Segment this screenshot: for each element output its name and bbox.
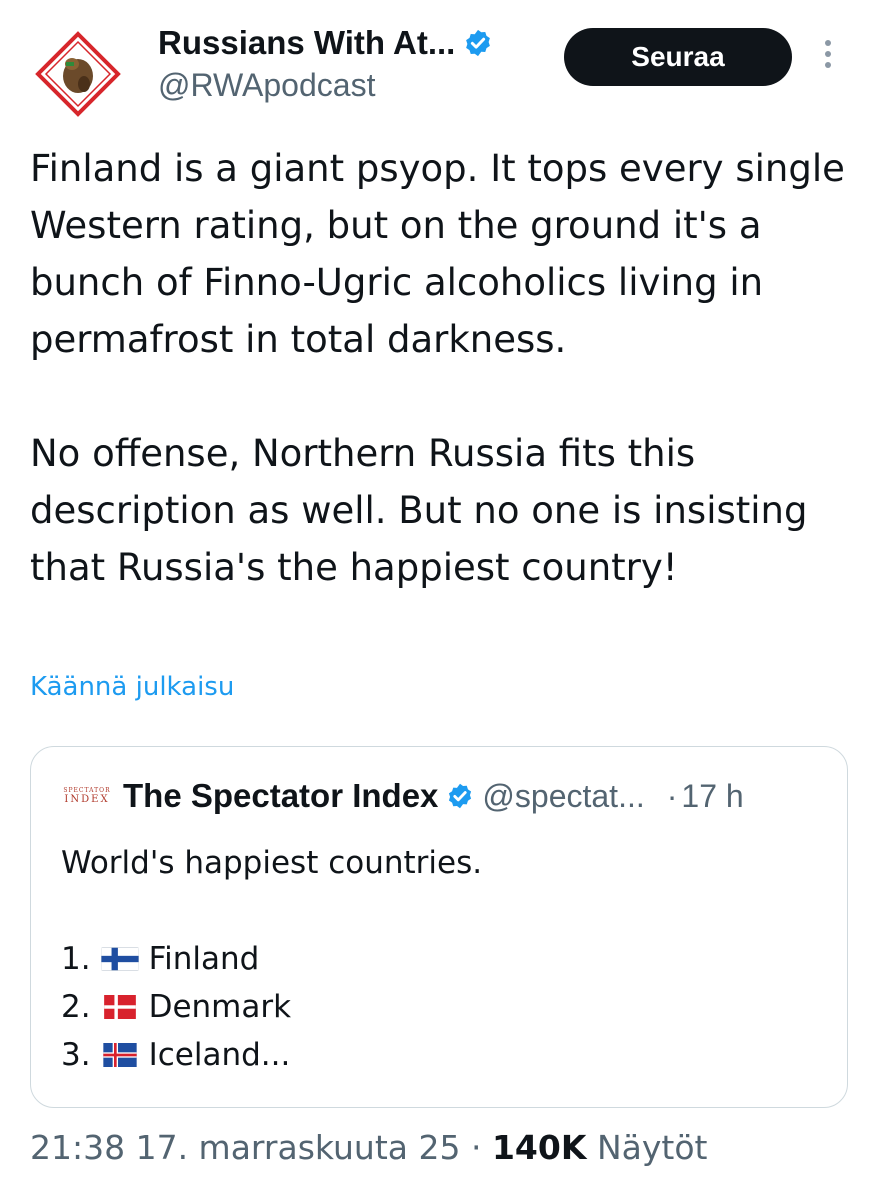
finland-flag-icon (100, 947, 139, 971)
tweet-footer: 21:38 17. marraskuuta 25 · 140K Näytöt (30, 1128, 707, 1167)
list-item: 3. Iceland... (61, 1031, 821, 1079)
author-avatar[interactable] (32, 28, 124, 120)
denmark-flag-icon (103, 995, 136, 1019)
list-item: 1. Finland (61, 935, 821, 983)
country-list: 1. Finland 2. Denmark 3. Iceland... (61, 935, 821, 1079)
spectator-index-logo: SPECTATOR INDEX (61, 781, 113, 811)
author-name-row: Russians With At... (158, 24, 493, 62)
follow-button[interactable]: Seuraa (564, 28, 792, 86)
post-timestamp[interactable]: 21:38 17. marraskuuta 25 (30, 1128, 460, 1167)
list-number: 2. (61, 989, 91, 1025)
country-name: Iceland... (148, 1037, 291, 1073)
country-name: Denmark (148, 989, 292, 1025)
more-options-icon[interactable] (818, 40, 838, 80)
tweet-paragraph-1: Finland is a giant psyop. It tops every … (30, 147, 845, 361)
author-handle[interactable]: @RWApodcast (158, 67, 375, 104)
tweet-text: Finland is a giant psyop. It tops every … (30, 140, 850, 596)
dot-separator: · (666, 777, 678, 814)
views-count: 140K (491, 1128, 587, 1167)
rwa-logo-icon (35, 31, 121, 117)
country-name: Finland (148, 941, 260, 977)
quote-body: World's happiest countries. 1. Finland 2… (61, 839, 821, 1079)
logo-text-bottom: INDEX (64, 794, 110, 805)
quote-author-name[interactable]: The Spectator Index (123, 777, 438, 815)
verified-badge-icon (449, 783, 472, 809)
quote-time[interactable]: 17 h (681, 778, 743, 815)
quote-author-handle[interactable]: @spectat... (482, 778, 644, 815)
quote-header: SPECTATOR INDEX The Spectator Index @spe… (61, 777, 743, 815)
translate-post-link[interactable]: Käännä julkaisu (30, 672, 234, 702)
list-number: 3. (61, 1037, 91, 1073)
list-number: 1. (61, 941, 91, 977)
verified-badge-icon (466, 29, 491, 57)
quoted-tweet[interactable]: SPECTATOR INDEX The Spectator Index @spe… (30, 746, 848, 1108)
views-label: Näytöt (596, 1128, 708, 1167)
author-name[interactable]: Russians With At... (158, 24, 455, 62)
tweet-header: Russians With At... @RWApodcast Seuraa (0, 0, 880, 130)
iceland-flag-icon (102, 1043, 137, 1067)
list-item: 2. Denmark (61, 983, 821, 1031)
quote-text: World's happiest countries. (61, 845, 483, 881)
logo-text-top: SPECTATOR (63, 787, 111, 794)
dot-separator: · (470, 1128, 482, 1167)
tweet-paragraph-2: No offense, Northern Russia fits this de… (30, 432, 808, 589)
